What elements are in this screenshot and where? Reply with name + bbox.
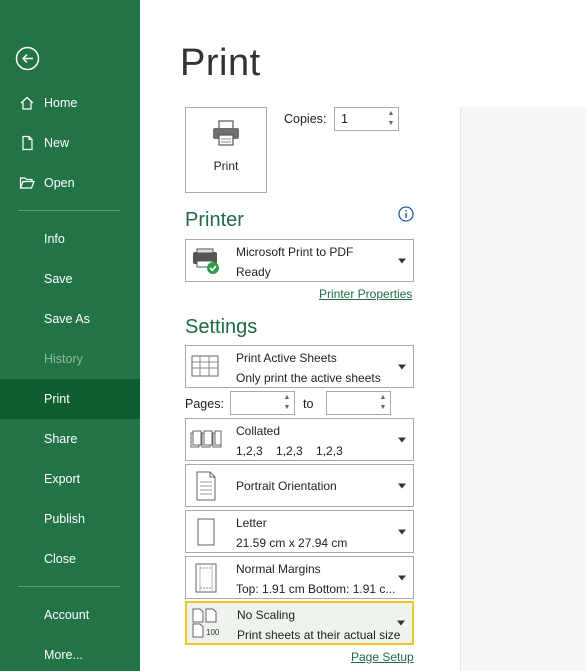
printer-select[interactable]: Microsoft Print to PDF Ready: [185, 239, 414, 282]
new-document-icon: [18, 134, 36, 152]
orientation-title: Portrait Orientation: [236, 478, 337, 493]
sidebar-item-label: Print: [44, 392, 70, 406]
portrait-page-icon: [190, 470, 222, 502]
margins-title: Normal Margins: [236, 562, 321, 576]
chevron-down-icon: [398, 575, 406, 580]
print-preview-area: [461, 107, 586, 671]
orientation-select[interactable]: Portrait Orientation: [185, 464, 414, 507]
print-what-title: Print Active Sheets: [236, 351, 337, 365]
home-icon: [18, 94, 36, 112]
sidebar-item-info[interactable]: Info: [0, 219, 140, 259]
chevron-down-icon[interactable]: ▼: [388, 119, 395, 129]
sidebar-item-home[interactable]: Home: [0, 83, 140, 123]
sidebar-item-close[interactable]: Close: [0, 539, 140, 579]
copies-stepper[interactable]: 1 ▲ ▼: [334, 107, 399, 131]
printer-name: Microsoft Print to PDF: [236, 245, 354, 259]
chevron-up-icon[interactable]: ▲: [380, 393, 387, 403]
sidebar-divider: [18, 586, 120, 587]
sidebar-item-label: Open: [44, 176, 75, 190]
collated-icon: [190, 424, 222, 456]
sidebar-item-export[interactable]: Export: [0, 459, 140, 499]
scaling-subtitle: Print sheets at their actual size: [237, 628, 401, 642]
chevron-down-icon[interactable]: ▼: [284, 403, 291, 413]
paper-size-subtitle: 21.59 cm x 27.94 cm: [236, 536, 348, 550]
chevron-down-icon: [398, 529, 406, 534]
sidebar-item-new[interactable]: New: [0, 123, 140, 163]
sidebar-item-share[interactable]: Share: [0, 419, 140, 459]
collation-select[interactable]: Collated 1,2,3 1,2,3 1,2,3: [185, 418, 414, 461]
printer-properties-link[interactable]: Printer Properties: [319, 287, 412, 301]
copies-value: 1: [341, 112, 348, 126]
margins-icon: [190, 562, 222, 594]
sidebar-item-history: History: [0, 339, 140, 379]
sidebar-item-label: Home: [44, 96, 78, 110]
sidebar-item-label: Share: [44, 432, 78, 446]
margins-select[interactable]: Normal Margins Top: 1.91 cm Bottom: 1.91…: [185, 556, 414, 599]
printer-status: Ready: [236, 265, 271, 279]
page-title: Print: [180, 42, 261, 84]
chevron-down-icon: [398, 364, 406, 369]
chevron-down-icon: [398, 483, 406, 488]
open-folder-icon: [18, 174, 36, 192]
sidebar-item-label: Account: [44, 608, 90, 622]
sidebar-divider: [18, 210, 120, 211]
sidebar-item-publish[interactable]: Publish: [0, 499, 140, 539]
backstage-sidebar: Home New Open Info Save Save As History …: [0, 0, 140, 671]
paper-size-icon: [190, 516, 222, 548]
collation-title: Collated: [236, 424, 281, 438]
print-button[interactable]: Print: [185, 107, 267, 193]
back-arrow-icon: [15, 46, 40, 71]
sidebar-item-account[interactable]: Account: [0, 595, 140, 635]
scaling-icon-text: 100: [206, 628, 220, 637]
chevron-down-icon: [398, 258, 406, 263]
chevron-up-icon[interactable]: ▲: [388, 109, 395, 119]
sidebar-item-label: More...: [44, 648, 83, 662]
settings-heading: Settings: [185, 316, 258, 338]
sidebar-item-label: Save As: [44, 312, 90, 326]
chevron-down-icon: [398, 437, 406, 442]
print-button-label: Print: [213, 159, 239, 173]
scaling-select[interactable]: 100 No Scaling Print sheets at their act…: [185, 601, 414, 645]
printer-icon: [211, 120, 241, 151]
print-what-subtitle: Only print the active sheets: [236, 371, 381, 385]
sidebar-item-label: Close: [44, 552, 76, 566]
sidebar-item-open[interactable]: Open: [0, 163, 140, 203]
sidebar-item-label: Info: [44, 232, 65, 246]
chevron-up-icon[interactable]: ▲: [284, 393, 291, 403]
print-what-select[interactable]: Print Active Sheets Only print the activ…: [185, 345, 414, 388]
pages-from-input[interactable]: ▲ ▼: [230, 391, 295, 415]
printer-heading: Printer: [185, 209, 244, 231]
sidebar-item-label: Publish: [44, 512, 85, 526]
collation-subtitle: 1,2,3 1,2,3 1,2,3: [236, 444, 343, 458]
sidebar-item-label: New: [44, 136, 70, 150]
chevron-down-icon: [397, 620, 405, 626]
paper-size-title: Letter: [236, 516, 267, 530]
scaling-icon: 100: [191, 607, 223, 639]
to-label: to: [303, 397, 314, 411]
info-icon[interactable]: [398, 206, 414, 222]
sidebar-item-save-as[interactable]: Save As: [0, 299, 140, 339]
pages-to-input[interactable]: ▲ ▼: [326, 391, 391, 415]
sidebar-item-more[interactable]: More...: [0, 635, 140, 671]
copies-label: Copies:: [284, 112, 327, 126]
active-sheets-icon: [190, 351, 222, 383]
back-button[interactable]: [15, 46, 40, 71]
sidebar-item-label: History: [44, 352, 83, 366]
scaling-title: No Scaling: [237, 608, 296, 622]
page-setup-link[interactable]: Page Setup: [351, 650, 414, 664]
paper-size-select[interactable]: Letter 21.59 cm x 27.94 cm: [185, 510, 414, 553]
margins-subtitle: Top: 1.91 cm Bottom: 1.91 c...: [236, 582, 396, 596]
chevron-down-icon[interactable]: ▼: [380, 403, 387, 413]
printer-ready-icon: [190, 245, 222, 277]
sidebar-item-label: Export: [44, 472, 81, 486]
sidebar-item-print[interactable]: Print: [0, 379, 140, 419]
sidebar-item-save[interactable]: Save: [0, 259, 140, 299]
pages-label: Pages:: [185, 397, 224, 411]
sidebar-item-label: Save: [44, 272, 73, 286]
